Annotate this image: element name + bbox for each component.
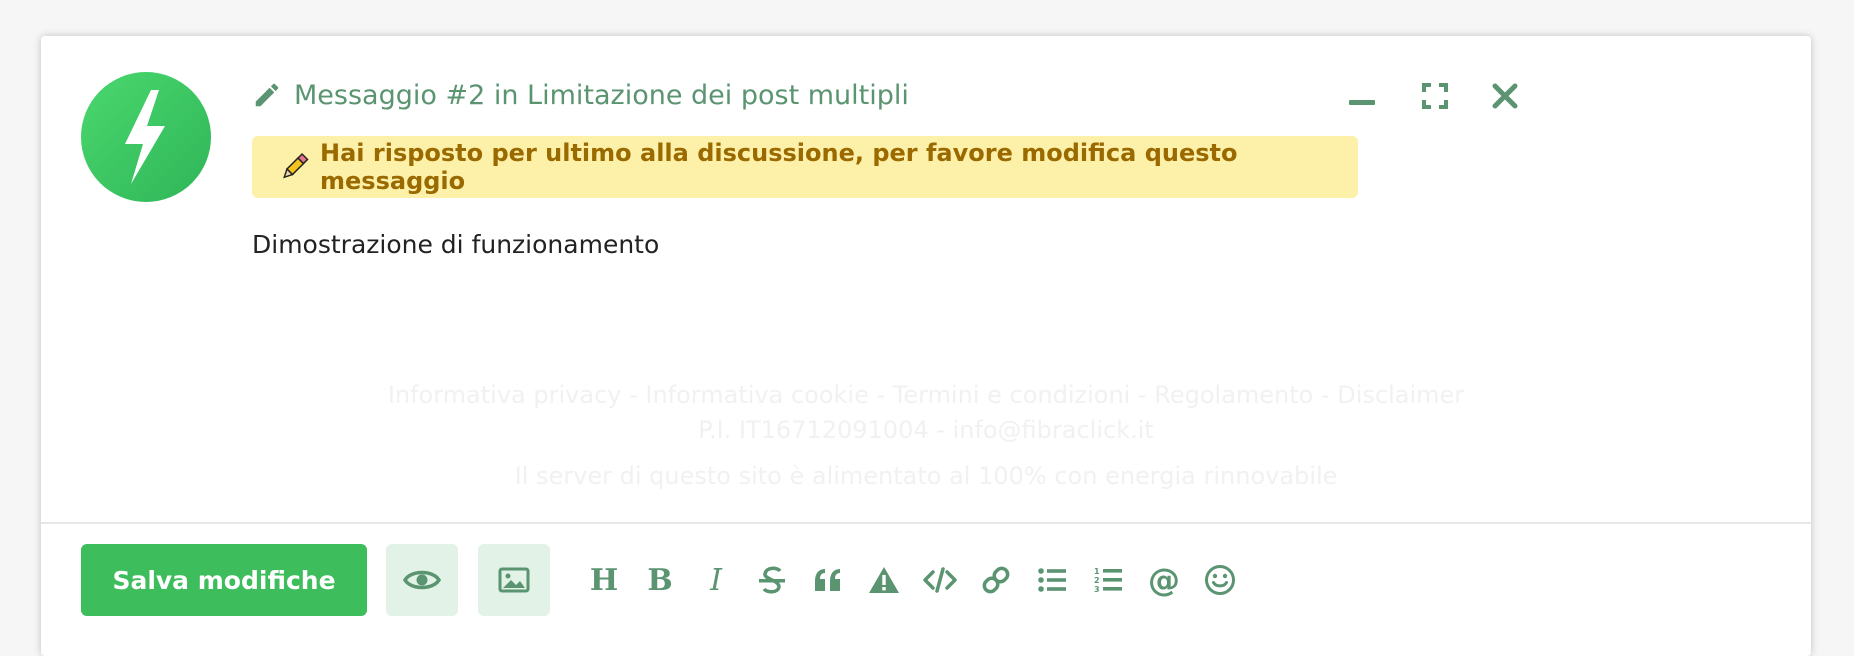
italic-button[interactable]: I [692, 556, 740, 604]
minimize-icon [1349, 100, 1375, 105]
notice-text: Hai risposto per ultimo alla discussione… [320, 139, 1238, 195]
minimize-button[interactable] [1344, 78, 1380, 114]
warning-notice: Hai risposto per ultimo alla discussione… [252, 136, 1358, 198]
emoji-icon [1205, 565, 1235, 595]
code-icon [923, 567, 957, 593]
footer-vat-ghost: P.I. IT16712091004 - info@fibraclick.it [698, 416, 1154, 444]
numbered-list-button[interactable]: 1 2 3 [1084, 556, 1132, 604]
save-button[interactable]: Salva modifiche [81, 544, 367, 616]
preview-button[interactable] [386, 544, 458, 616]
code-button[interactable] [916, 556, 964, 604]
link-icon [982, 566, 1010, 594]
mention-icon: @ [1148, 561, 1180, 599]
footer-energy-ghost: Il server di questo sito è alimentato al… [514, 462, 1338, 490]
svg-text:1: 1 [1094, 567, 1100, 576]
avatar [81, 72, 211, 202]
quote-icon [815, 569, 840, 591]
bold-icon: B [647, 562, 673, 598]
italic-icon: I [710, 562, 722, 598]
pencil-emoji-icon [283, 152, 309, 179]
bold-button[interactable]: B [636, 556, 684, 604]
mention-button[interactable]: @ [1140, 556, 1188, 604]
emoji-button[interactable] [1196, 556, 1244, 604]
image-button[interactable] [478, 544, 550, 616]
footer-links-ghost: Informativa privacy - Informativa cookie… [387, 381, 1465, 409]
bullet-list-icon [1038, 568, 1066, 592]
image-icon [498, 567, 530, 593]
numbered-list-icon: 1 2 3 [1094, 567, 1122, 594]
warning-icon [869, 567, 899, 593]
lightning-icon [125, 90, 165, 184]
eye-icon [403, 570, 441, 590]
quote-button[interactable] [804, 556, 852, 604]
composer-panel: Messaggio #2 in Limitazione dei post mul… [41, 36, 1811, 656]
composer-title-row: Messaggio #2 in Limitazione dei post mul… [252, 78, 909, 112]
link-button[interactable] [972, 556, 1020, 604]
close-icon [1492, 83, 1518, 109]
warning-button[interactable] [860, 556, 908, 604]
fullscreen-button[interactable] [1417, 78, 1453, 114]
composer-title: Messaggio #2 in Limitazione dei post mul… [294, 79, 909, 111]
editor-text: Dimostrazione di funzionamento [252, 230, 660, 259]
svg-text:3: 3 [1094, 585, 1100, 594]
svg-text:2: 2 [1094, 576, 1100, 585]
strikethrough-button[interactable] [748, 556, 796, 604]
bullet-list-button[interactable] [1028, 556, 1076, 604]
toolbar-divider [41, 522, 1811, 524]
expand-icon [1422, 83, 1448, 109]
heading-button[interactable]: H [580, 556, 628, 604]
heading-icon: H [589, 562, 619, 598]
close-button[interactable] [1487, 78, 1523, 114]
pencil-icon [255, 83, 279, 107]
strikethrough-icon [759, 566, 785, 594]
